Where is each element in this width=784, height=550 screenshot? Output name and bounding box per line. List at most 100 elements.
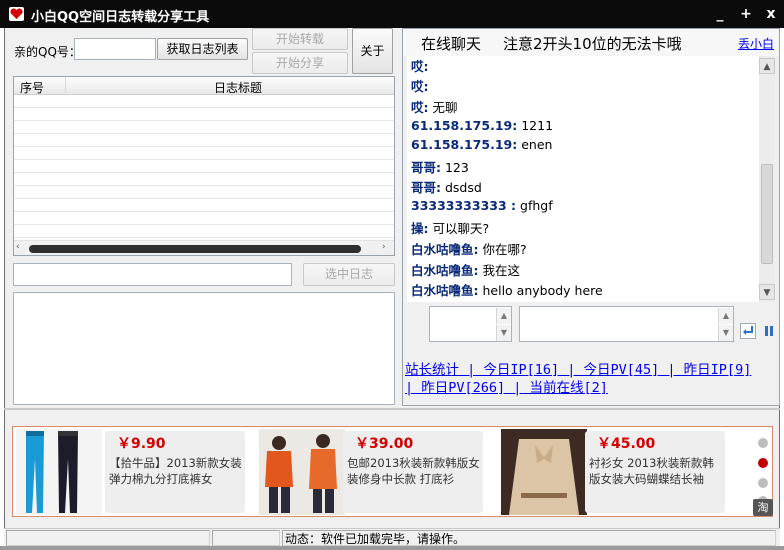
- product-description: 衬衫女 2013秋装新款韩版女装大码蝴蝶结长袖: [589, 456, 714, 486]
- carousel-dot-active[interactable]: [758, 458, 768, 468]
- message-text: gfhgf: [520, 198, 553, 213]
- ad-banner[interactable]: ￥9.90 【拾牛品】2013新款女装 弹力棉九分打底裤女 ￥39.00 包邮2…: [12, 426, 773, 517]
- table-row[interactable]: [14, 160, 394, 173]
- message-sender: 哥哥:: [411, 160, 441, 175]
- chat-message: 哥哥: dsdsd: [411, 177, 482, 196]
- pause-icon[interactable]: [763, 323, 775, 339]
- select-log-button[interactable]: 选中日志: [303, 263, 395, 286]
- close-button[interactable]: x: [763, 6, 779, 22]
- scrollbar-thumb[interactable]: [29, 245, 361, 253]
- chat-message: 白水咕噜鱼: 你在哪?: [411, 239, 527, 258]
- site-statistics: 站长统计 | 今日IP[16] | 今日PV[45] | 昨日IP[9] | 昨…: [405, 361, 777, 397]
- message-sender: 33333333333 :: [411, 198, 517, 213]
- scroll-up-icon[interactable]: ▲: [759, 58, 775, 74]
- column-header-index[interactable]: 序号: [20, 79, 44, 96]
- table-row[interactable]: [14, 95, 394, 108]
- start-share-button[interactable]: 开始分享: [252, 52, 348, 74]
- chat-title-text: 在线聊天: [421, 35, 482, 53]
- maximize-button[interactable]: +: [738, 6, 754, 22]
- table-row[interactable]: [14, 134, 394, 147]
- status-text: 动态：软件已加载完毕，请操作。: [285, 532, 466, 546]
- spin-down-icon[interactable]: ▼: [718, 325, 733, 341]
- send-enter-icon[interactable]: [740, 323, 756, 339]
- status-bar: 动态：软件已加载完毕，请操作。: [4, 528, 780, 546]
- hide-chat-link[interactable]: 丢小白: [738, 35, 774, 52]
- chat-notice: 注意2开头10位的无法卡哦: [503, 35, 682, 53]
- divider: [4, 408, 780, 410]
- heart-icon: [9, 7, 24, 21]
- table-row[interactable]: [14, 225, 394, 238]
- product-description: 包邮2013秋装新款韩版女装修身中长款 打底衫: [347, 456, 480, 486]
- taobao-badge[interactable]: 淘: [753, 499, 773, 516]
- message-text: 123: [444, 160, 469, 175]
- table-row[interactable]: [14, 212, 394, 225]
- chat-message-log[interactable]: 哎: 哎: 哎: 无聊 61.158.175.19: 1211 61.158.1…: [407, 56, 775, 302]
- chat-message: 哥哥: 123: [411, 157, 469, 176]
- chat-message: 61.158.175.19: enen: [411, 137, 552, 152]
- chat-message-input[interactable]: ▲ ▼: [519, 306, 734, 342]
- stats-line-1[interactable]: 站长统计 | 今日IP[16] | 今日PV[45] | 昨日IP[9]: [405, 362, 751, 378]
- message-text: 我在这: [482, 263, 520, 278]
- log-output-area[interactable]: [13, 292, 395, 405]
- product-card[interactable]: ￥45.00 衬衫女 2013秋装新款韩版女装大码蝴蝶结长袖: [585, 431, 725, 513]
- product-card[interactable]: ￥9.90 【拾牛品】2013新款女装 弹力棉九分打底裤女: [105, 431, 245, 513]
- table-row[interactable]: [14, 186, 394, 199]
- qq-number-input[interactable]: [74, 38, 156, 60]
- chat-message: 白水咕噜鱼: hello anybody here: [411, 280, 603, 299]
- carousel-dot[interactable]: [758, 478, 768, 488]
- table-row[interactable]: [14, 173, 394, 186]
- spin-up-icon[interactable]: ▲: [496, 308, 511, 324]
- column-divider: [65, 77, 66, 95]
- chat-header: 在线聊天 注意2开头10位的无法卡哦 丢小白: [403, 29, 779, 56]
- message-sender: 操:: [411, 221, 429, 236]
- scrollbar-thumb[interactable]: [761, 164, 773, 264]
- nickname-input[interactable]: ▲ ▼: [429, 306, 512, 342]
- chat-message: 白水咕噜鱼: 我在这: [411, 260, 520, 279]
- spin-down-icon[interactable]: ▼: [496, 325, 511, 341]
- chat-message: 61.158.175.19: 1211: [411, 118, 553, 133]
- message-text: 无聊: [432, 100, 458, 115]
- product-image-orange-top[interactable]: [259, 429, 345, 515]
- product-image-blouse[interactable]: [501, 429, 587, 515]
- table-row[interactable]: [14, 108, 394, 121]
- column-header-title[interactable]: 日志标题: [214, 79, 262, 96]
- status-segment: [6, 530, 210, 546]
- message-text: 可以聊天?: [432, 221, 490, 236]
- product-image-leggings[interactable]: [16, 429, 102, 515]
- message-sender: 61.158.175.19:: [411, 137, 518, 152]
- chat-vertical-scrollbar[interactable]: ▲ ▼: [759, 56, 775, 302]
- carousel-dot[interactable]: [758, 438, 768, 448]
- message-text: 1211: [521, 118, 554, 133]
- message-text: 你在哪?: [482, 242, 527, 257]
- message-sender: 哎:: [411, 79, 429, 94]
- product-price: ￥39.00: [355, 436, 414, 452]
- stats-line-2[interactable]: | 昨日PV[266] | 当前在线[2]: [405, 380, 608, 396]
- table-row[interactable]: [14, 199, 394, 212]
- title-bar: 小白QQ空间日志转载分享工具 _ + x: [0, 0, 784, 28]
- message-sender: 61.158.175.19:: [411, 118, 518, 133]
- fetch-log-list-button[interactable]: 获取日志列表: [157, 38, 248, 60]
- selected-log-input[interactable]: [13, 263, 292, 286]
- scroll-down-icon[interactable]: ▼: [759, 284, 775, 300]
- message-sender: 哎:: [411, 59, 429, 74]
- message-sender: 哎:: [411, 100, 429, 115]
- message-text: dsdsd: [444, 180, 482, 195]
- message-text: enen: [521, 137, 553, 152]
- table-row[interactable]: [14, 121, 394, 134]
- about-button[interactable]: 关于: [352, 28, 393, 74]
- chat-message: 操: 可以聊天?: [411, 218, 489, 237]
- table-header: 序号 日志标题: [14, 77, 394, 95]
- start-repost-button[interactable]: 开始转载: [252, 28, 348, 50]
- product-description: 【拾牛品】2013新款女装 弹力棉九分打底裤女: [109, 456, 242, 486]
- horizontal-scrollbar[interactable]: ‹ ›: [14, 240, 394, 255]
- spin-up-icon[interactable]: ▲: [718, 308, 733, 324]
- scroll-left-icon[interactable]: ‹: [16, 242, 20, 252]
- taskbar-edge: [0, 546, 784, 550]
- chat-title: 在线聊天 注意2开头10位的无法卡哦: [421, 33, 682, 54]
- minimize-button[interactable]: _: [712, 6, 728, 22]
- table-row[interactable]: [14, 147, 394, 160]
- log-list-table[interactable]: 序号 日志标题 ‹ ›: [13, 76, 395, 256]
- scroll-right-icon[interactable]: ›: [382, 242, 386, 252]
- product-card[interactable]: ￥39.00 包邮2013秋装新款韩版女装修身中长款 打底衫: [343, 431, 483, 513]
- window-title: 小白QQ空间日志转载分享工具: [31, 10, 210, 25]
